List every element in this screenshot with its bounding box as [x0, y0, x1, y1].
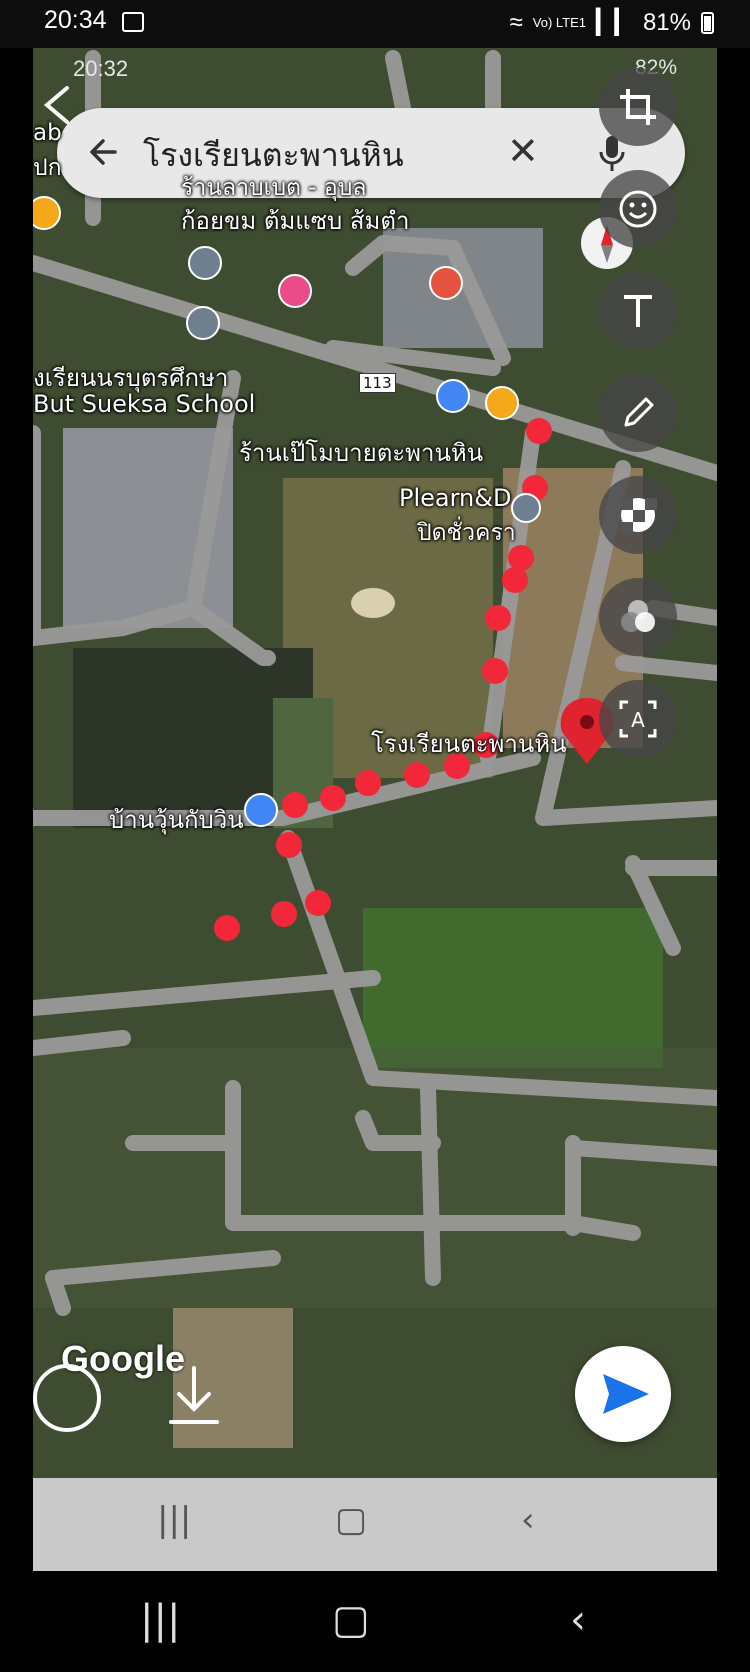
- crop-icon: [620, 89, 656, 125]
- status-right: ≈ Vo) LTE1 ▎▎ 81%: [510, 8, 714, 37]
- text-icon: [624, 295, 652, 327]
- download-icon[interactable]: [169, 1364, 219, 1430]
- screenshot-time: 20:32: [73, 56, 129, 81]
- send-button[interactable]: [575, 1346, 671, 1442]
- screenshot-editor: 20:32 82% โรงเรียนตะพานหิน ✕ ab ปก ร้านล…: [33, 48, 717, 1571]
- status-time: 20:34: [44, 6, 107, 34]
- extract-text-button[interactable]: A: [599, 680, 677, 758]
- filter-button[interactable]: [599, 578, 677, 656]
- map-label-cut-2: ปก: [33, 155, 62, 181]
- back-icon: ‹: [521, 1500, 535, 1540]
- screenshot-nav-bar: ||| ▢ ‹: [33, 1478, 717, 1571]
- battery-icon: [701, 11, 714, 34]
- home-icon: ▢: [335, 1500, 368, 1540]
- text-button[interactable]: [599, 272, 677, 350]
- map-label-target: โรงเรียนตะพานหิน: [371, 730, 567, 758]
- status-bar: 20:34 ≈ Vo) LTE1 ▎▎ 81%: [0, 0, 750, 48]
- map-label-plearn: Plearn&D: [399, 484, 512, 512]
- map-label-cut-1: ab: [33, 120, 62, 146]
- capture-more-button[interactable]: [33, 1364, 101, 1432]
- filter-icon: [621, 600, 655, 632]
- mosaic-icon: [621, 498, 657, 534]
- svg-text:A: A: [631, 708, 645, 732]
- signal-icon: ▎▎: [596, 9, 633, 36]
- map-view[interactable]: 20:32 82% โรงเรียนตะพานหิน ✕ ab ปก ร้านล…: [33, 48, 717, 1478]
- signal-text: Vo) LTE1: [532, 15, 587, 30]
- satellite-map: [33, 48, 717, 1478]
- wifi-icon: ≈: [509, 8, 523, 36]
- device-home-icon[interactable]: ▢: [332, 1597, 370, 1643]
- extract-text-icon: A: [619, 700, 657, 738]
- gallery-icon: [122, 12, 144, 32]
- device-nav-bar: ||| ▢ ‹: [0, 1571, 750, 1672]
- device-back-icon[interactable]: ‹: [570, 1597, 586, 1643]
- mosaic-button[interactable]: [599, 476, 677, 554]
- recent-apps-icon: |||: [157, 1500, 192, 1540]
- crop-button[interactable]: [599, 68, 677, 146]
- emoji-icon: [619, 190, 657, 228]
- clear-icon[interactable]: ✕: [507, 132, 539, 170]
- map-label-school-en: But Sueksa School: [33, 390, 256, 418]
- draw-button[interactable]: [599, 374, 677, 452]
- pencil-icon: [624, 397, 654, 427]
- road-number: 113: [359, 373, 396, 393]
- battery-text: 81%: [642, 8, 691, 36]
- device-recent-apps-icon[interactable]: |||: [140, 1597, 180, 1643]
- map-label-restaurant: ก้อยขม ต้มแซบ ส้มตำ: [181, 207, 410, 235]
- map-label-shop-bottom: บ้านวุ้นกับวิน: [109, 806, 244, 834]
- map-label-shop-mid: ร้านเป๊โมบายตะพานหิน: [239, 439, 484, 467]
- back-arrow-icon[interactable]: [85, 134, 121, 170]
- send-icon: [603, 1374, 649, 1414]
- maps-search-bar[interactable]: โรงเรียนตะพานหิน ✕: [57, 108, 685, 198]
- map-label-plearn-status: ปิดชั่วครา: [417, 520, 516, 546]
- emoji-button[interactable]: [599, 170, 677, 248]
